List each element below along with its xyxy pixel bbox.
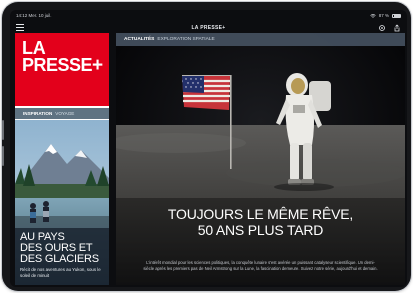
wifi-icon bbox=[370, 13, 376, 18]
hero-title: TOUJOURS LE MÊME RÊVE, 50 ANS PLUS TARD bbox=[116, 206, 405, 238]
battery-percent: 87 % bbox=[378, 13, 389, 18]
status-date: Mer. 10 juil. bbox=[28, 13, 52, 18]
logo-line-2: PRESSE+ bbox=[22, 55, 109, 77]
hero-title-line-1: TOUJOURS LE MÊME RÊVE, bbox=[167, 206, 354, 222]
share-icon[interactable] bbox=[393, 24, 401, 32]
status-right: 87 % bbox=[370, 13, 401, 18]
card-title-line-2: DES OURS ET bbox=[20, 241, 93, 254]
logo-plus: + bbox=[92, 55, 103, 77]
menu-icon[interactable] bbox=[16, 24, 24, 31]
section-label: INSPIRATION bbox=[23, 111, 53, 116]
section-bar-inspiration[interactable]: INSPIRATION VOYAGE bbox=[15, 108, 109, 119]
logo-word: PRESSE bbox=[22, 55, 93, 76]
section-bar-actualites[interactable]: ACTUALITÉS EXPLORATION SPATIALE bbox=[116, 33, 405, 46]
volume-up-button bbox=[2, 120, 4, 140]
appbar-actions bbox=[378, 24, 401, 32]
status-time: 14:12 bbox=[16, 13, 28, 18]
article-card-yukon[interactable]: AU PAYS DES OURS ET DES GLACIERS Récit d… bbox=[15, 120, 109, 285]
status-bar: 14:12 Mer. 10 juil. 87 % bbox=[10, 10, 407, 21]
la-presse-logo[interactable]: LA PRESSE+ bbox=[15, 33, 109, 106]
app-title: LA PRESSE+ bbox=[191, 25, 226, 31]
settings-icon[interactable] bbox=[378, 24, 386, 32]
battery-icon bbox=[392, 13, 401, 18]
moon-landing-photo bbox=[116, 33, 405, 285]
main-section-label: ACTUALITÉS bbox=[124, 37, 155, 42]
hero-subtitle: L'intérêt mondial pour les sciences poli… bbox=[143, 260, 378, 271]
card-text: AU PAYS DES OURS ET DES GLACIERS Récit d… bbox=[20, 232, 108, 278]
hero-article[interactable] bbox=[116, 33, 405, 285]
card-title-line-3: DES GLACIERS bbox=[20, 252, 99, 265]
volume-down-button bbox=[2, 146, 4, 166]
subsection-label: VOYAGE bbox=[55, 111, 75, 116]
card-title: AU PAYS DES OURS ET DES GLACIERS bbox=[20, 232, 108, 264]
card-subtitle: Récit de nos aventures au Yukon, sous le… bbox=[20, 267, 101, 278]
hero-title-line-2: 50 ANS PLUS TARD bbox=[197, 221, 324, 238]
main-subsection-label: EXPLORATION SPATIALE bbox=[157, 37, 215, 42]
status-left: 14:12 Mer. 10 juil. bbox=[16, 13, 52, 18]
